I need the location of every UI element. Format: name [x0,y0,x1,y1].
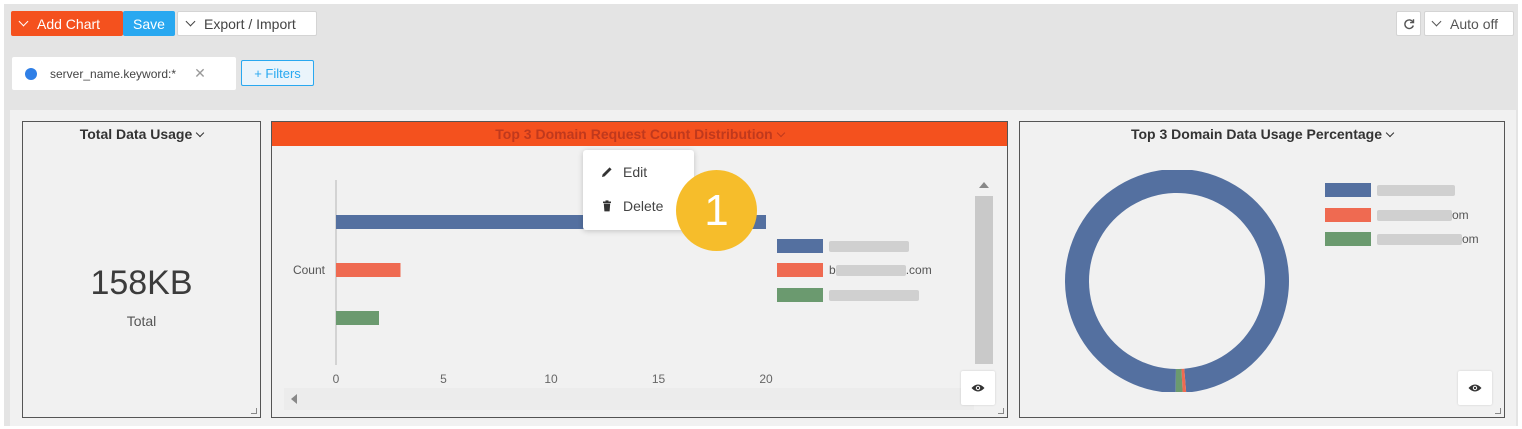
legend-item[interactable] [1325,183,1455,197]
scroll-up-icon[interactable] [979,182,989,188]
chevron-down-icon [196,129,205,138]
export-import-label: Export / Import [204,15,296,32]
resize-handle[interactable] [1495,408,1501,414]
pie-slice [1175,368,1183,392]
auto-refresh-label: Auto off [1450,15,1499,32]
legend-item[interactable]: om [1325,208,1469,222]
scrollbar-thumb[interactable] [975,196,993,364]
pencil-icon [602,167,612,177]
redacted-text [1377,209,1452,221]
legend-suffix: om [1462,232,1479,246]
panel-title[interactable]: Total Data Usage [23,126,260,142]
legend-swatch [777,288,823,302]
metric-value: 158KB [90,264,193,302]
legend-item[interactable]: b .com [777,263,932,277]
chevron-down-icon [776,129,785,138]
resize-handle[interactable] [251,408,257,414]
edit-label: Edit [623,164,648,180]
eye-icon [1468,384,1482,392]
scroll-left-icon[interactable] [291,394,297,404]
trash-icon [603,200,611,212]
legend-item[interactable] [777,239,909,253]
add-filters-button[interactable]: + Filters [241,60,314,86]
redacted-text [835,264,906,276]
vertical-scrollbar[interactable] [973,174,995,369]
chevron-down-icon [1385,129,1395,138]
legend-item[interactable] [777,288,919,302]
edit-menu-item[interactable]: Edit [601,164,647,180]
refresh-icon [1403,18,1414,29]
resize-handle[interactable] [998,408,1004,414]
panel-title[interactable]: Top 3 Domain Request Count Distribution [272,122,1007,146]
pie-slice [1064,170,1289,392]
legend-item[interactable]: om [1325,232,1479,246]
filter-label: server_name.keyword:* [50,66,177,81]
horizontal-scrollbar[interactable] [284,388,974,410]
close-icon[interactable]: ✕ [194,65,206,82]
add-chart-label: Add Chart [37,15,101,32]
step-number-badge: 1 [676,170,757,251]
delete-label: Delete [623,198,664,214]
legend-swatch [1325,183,1371,197]
panel-title-text: Top 3 Domain Data Usage Percentage [1130,126,1383,142]
export-import-button[interactable]: Export / Import [177,11,317,36]
legend-label: b [829,263,836,277]
refresh-button[interactable] [1396,11,1421,36]
auto-refresh-dropdown[interactable]: Auto off [1424,11,1514,36]
chevron-down-icon [185,16,196,27]
legend-swatch [1325,208,1371,222]
legend-suffix: om [1452,208,1469,222]
delete-menu-item[interactable]: Delete [601,198,663,214]
donut-chart [1064,170,1289,392]
view-button[interactable] [1458,371,1492,405]
panel-title[interactable]: Top 3 Domain Data Usage Percentage [1020,126,1504,142]
legend-swatch [777,263,823,277]
panel-title-text: Total Data Usage [79,126,193,142]
panel-title-text: Top 3 Domain Request Count Distribution [495,126,773,142]
filter-pill[interactable]: server_name.keyword:* ✕ [12,57,236,90]
redacted-text [829,240,909,252]
save-label: Save [133,15,165,32]
eye-icon [971,384,985,392]
add-chart-button[interactable]: Add Chart [11,11,123,36]
panel-total-data-usage: Total Data Usage 158KB Total [22,121,261,418]
chevron-down-icon [1431,16,1442,27]
legend-swatch [777,239,823,253]
filter-status-dot [25,67,37,80]
view-button[interactable] [961,371,995,405]
legend-swatch [1325,232,1371,246]
save-button[interactable]: Save [123,11,175,36]
metric-label: Total [126,313,157,329]
redacted-text [1377,184,1455,196]
add-filters-label: + Filters [254,65,301,81]
redacted-text [829,289,919,301]
legend-suffix: .com [905,263,932,277]
redacted-text [1377,233,1462,245]
chevron-down-icon [18,16,29,27]
